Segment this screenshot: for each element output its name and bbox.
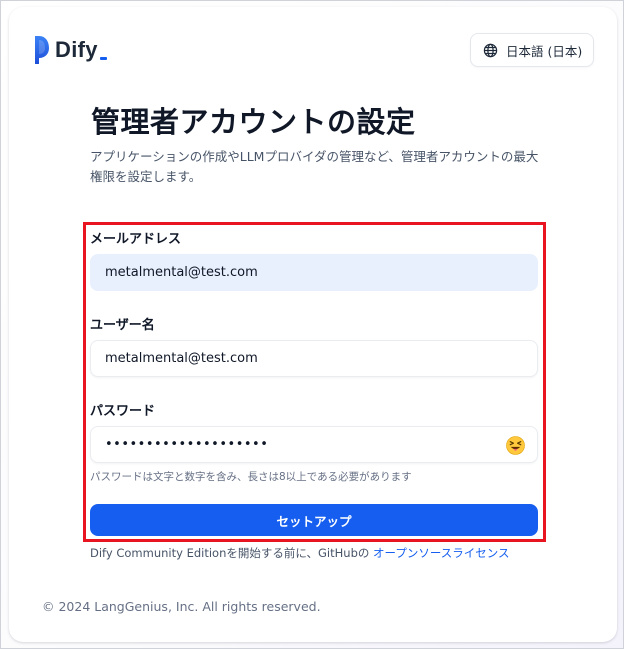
dify-logo: Dify <box>35 36 107 64</box>
password-label: パスワード <box>90 404 156 419</box>
email-label: メールアドレス <box>90 232 182 247</box>
window-frame: Dify 日本語 (日本) 管理者アカウントの設定 アプリケーションの作成やLL… <box>0 0 624 649</box>
username-label: ユーザー名 <box>90 318 155 333</box>
page-subtitle: アプリケーションの作成やLLMプロバイダの管理など、管理者アカウントの最大権限を… <box>90 149 539 184</box>
license-notice: Dify Community Editionを開始する前に、GitHubの オー… <box>90 545 510 561</box>
dify-logo-icon <box>35 36 49 64</box>
globe-icon <box>483 43 498 57</box>
logo-underscore <box>99 56 107 60</box>
copyright-footer: © 2024 LangGenius, Inc. All rights reser… <box>42 599 321 614</box>
password-value: •••••••••••••••••••• <box>105 437 269 452</box>
language-selector-button[interactable]: 日本語 (日本) <box>470 33 594 67</box>
license-notice-text: Dify Community Editionを開始する前に、GitHubの <box>90 546 374 560</box>
logo-text: Dify <box>55 37 98 62</box>
username-field[interactable]: metalmental@test.com <box>90 340 538 377</box>
squinting-tongue-emoji-icon[interactable] <box>506 436 525 455</box>
password-field[interactable]: •••••••••••••••••••• <box>90 426 538 463</box>
email-value: metalmental@test.com <box>105 265 258 280</box>
password-hint: パスワードは文字と数字を含み、長さは8以上である必要があります <box>90 471 412 483</box>
username-value: metalmental@test.com <box>105 351 258 366</box>
open-source-license-link[interactable]: オープンソースライセンス <box>373 546 510 560</box>
page-title: 管理者アカウントの設定 <box>91 105 416 139</box>
setup-button[interactable]: セットアップ <box>90 504 538 536</box>
language-label: 日本語 (日本) <box>506 43 583 59</box>
email-field[interactable]: metalmental@test.com <box>90 254 538 291</box>
